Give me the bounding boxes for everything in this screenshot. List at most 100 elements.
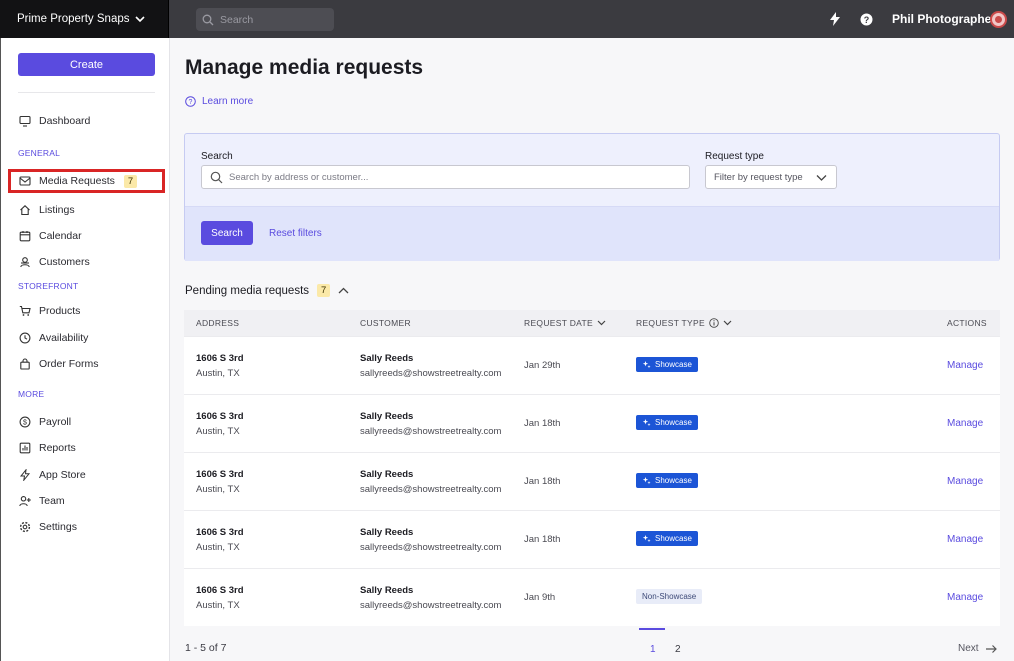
pending-section-header[interactable]: Pending media requests 7 bbox=[185, 284, 349, 297]
sidebar-item-calendar[interactable]: Calendar bbox=[18, 227, 82, 245]
user-name[interactable]: Phil Photographer bbox=[892, 12, 996, 26]
customer-name: Sally Reeds bbox=[360, 411, 414, 422]
search-label: Search bbox=[201, 151, 233, 162]
manage-button[interactable]: Manage bbox=[947, 534, 983, 545]
search-icon bbox=[202, 14, 214, 25]
page-title: Manage media requests bbox=[185, 56, 424, 79]
reset-filters-button[interactable]: Reset filters bbox=[269, 228, 322, 239]
sidebar-item-availability[interactable]: Availability bbox=[18, 329, 88, 347]
next-page-button[interactable]: Next bbox=[958, 643, 998, 654]
request-type-cell: Showcase bbox=[636, 357, 698, 372]
request-date: Jan 18th bbox=[524, 418, 561, 429]
lightning-icon bbox=[18, 469, 31, 482]
workspace-switcher[interactable]: Prime Property Snaps bbox=[0, 0, 169, 38]
count-badge: 7 bbox=[317, 284, 331, 297]
customer-email: sallyreeds@showstreetrealty.com bbox=[360, 426, 502, 437]
address-cell: 1606 S 3rd Austin, TX bbox=[196, 411, 244, 437]
search-icon bbox=[210, 171, 223, 183]
request-date: Jan 29th bbox=[524, 360, 561, 371]
chart-icon bbox=[18, 442, 31, 455]
manage-button[interactable]: Manage bbox=[947, 360, 983, 371]
calendar-icon bbox=[18, 230, 31, 243]
sparkle-icon bbox=[642, 477, 651, 485]
sidebar-item-label: Payroll bbox=[39, 416, 72, 428]
request-type-select[interactable]: Filter by request type bbox=[705, 165, 837, 189]
sidebar-item-customers[interactable]: Customers bbox=[18, 253, 90, 271]
sidebar-item-label: Availability bbox=[39, 332, 89, 344]
sidebar-section-more: MORE bbox=[18, 389, 45, 399]
sidebar-item-payroll[interactable]: $ Payroll bbox=[18, 413, 71, 431]
address-line2: Austin, TX bbox=[196, 368, 240, 379]
lightning-icon[interactable] bbox=[827, 11, 843, 27]
column-address: ADDRESS bbox=[196, 318, 240, 328]
sidebar-item-label: Reports bbox=[39, 442, 76, 454]
create-button[interactable]: Create bbox=[18, 53, 155, 76]
customer-email: sallyreeds@showstreetrealty.com bbox=[360, 484, 502, 495]
workspace-name: Prime Property Snaps bbox=[17, 13, 130, 25]
gear-icon bbox=[18, 521, 31, 534]
search-input[interactable]: Search by address or customer... bbox=[201, 165, 690, 189]
request-type-placeholder: Filter by request type bbox=[714, 171, 803, 183]
next-label: Next bbox=[958, 643, 979, 654]
sidebar-item-reports[interactable]: Reports bbox=[18, 439, 76, 457]
sidebar-item-products[interactable]: Products bbox=[18, 302, 80, 320]
column-request-date[interactable]: REQUEST DATE bbox=[524, 318, 606, 328]
customer-name: Sally Reeds bbox=[360, 585, 414, 596]
non-showcase-tag: Non-Showcase bbox=[636, 589, 703, 604]
sparkle-icon bbox=[642, 535, 651, 543]
request-type-cell: Non-Showcase bbox=[636, 589, 703, 604]
table-row: 1606 S 3rd Austin, TX Sally Reeds sallyreed… bbox=[184, 568, 1000, 626]
page-1-button[interactable]: 1 bbox=[650, 644, 656, 655]
column-request-type[interactable]: REQUEST TYPE bbox=[636, 318, 732, 328]
sidebar-item-label: Settings bbox=[39, 521, 77, 533]
clock-icon bbox=[18, 332, 31, 345]
page-2-button[interactable]: 2 bbox=[675, 644, 681, 655]
address-line1: 1606 S 3rd bbox=[196, 585, 244, 596]
chevron-down-icon bbox=[816, 175, 827, 181]
chevron-down-icon bbox=[723, 320, 732, 326]
sidebar-item-label: Customers bbox=[39, 256, 90, 268]
sidebar-item-label: Listings bbox=[39, 204, 75, 216]
learn-more-link[interactable]: ? Learn more bbox=[185, 96, 253, 107]
global-search-input[interactable]: Search bbox=[196, 8, 334, 31]
sidebar-item-label: Products bbox=[39, 305, 81, 317]
tag-label: Showcase bbox=[655, 534, 692, 543]
showcase-tag: Showcase bbox=[636, 415, 698, 430]
showcase-tag: Showcase bbox=[636, 357, 698, 372]
request-type-cell: Showcase bbox=[636, 531, 698, 546]
sidebar-item-listings[interactable]: Listings bbox=[18, 201, 75, 219]
svg-text:?: ? bbox=[189, 99, 193, 106]
address-cell: 1606 S 3rd Austin, TX bbox=[196, 353, 244, 379]
customer-name: Sally Reeds bbox=[360, 527, 414, 538]
request-date: Jan 18th bbox=[524, 476, 561, 487]
search-input-placeholder: Search by address or customer... bbox=[229, 171, 369, 183]
sidebar: Create Dashboard GENERAL Media Requests … bbox=[0, 38, 170, 661]
table-body: 1606 S 3rd Austin, TX Sally Reeds sallyreed… bbox=[184, 336, 1000, 626]
sidebar-item-dashboard[interactable]: Dashboard bbox=[18, 112, 90, 130]
address-line2: Austin, TX bbox=[196, 542, 240, 553]
sidebar-item-label: Calendar bbox=[39, 230, 82, 242]
request-date: Jan 18th bbox=[524, 534, 561, 545]
manage-button[interactable]: Manage bbox=[947, 592, 983, 603]
request-type-cell: Showcase bbox=[636, 415, 698, 430]
sidebar-item-settings[interactable]: Settings bbox=[18, 518, 77, 536]
customer-cell: Sally Reeds sallyreeds@showstreetrealty.c… bbox=[360, 411, 501, 437]
manage-button[interactable]: Manage bbox=[947, 476, 983, 487]
address-cell: 1606 S 3rd Austin, TX bbox=[196, 585, 244, 611]
address-line2: Austin, TX bbox=[196, 426, 240, 437]
table-row: 1606 S 3rd Austin, TX Sally Reeds sallyreed… bbox=[184, 336, 1000, 394]
column-label: REQUEST TYPE bbox=[636, 318, 705, 328]
top-bar: Prime Property Snaps Search ? Phil Photo… bbox=[0, 0, 1014, 38]
sparkle-icon bbox=[642, 361, 651, 369]
help-icon[interactable]: ? bbox=[858, 11, 874, 27]
sidebar-divider bbox=[18, 92, 155, 93]
column-customer: CUSTOMER bbox=[360, 318, 411, 328]
search-button[interactable]: Search bbox=[201, 221, 253, 245]
tag-label: Showcase bbox=[655, 476, 692, 485]
manage-button[interactable]: Manage bbox=[947, 418, 983, 429]
sidebar-item-team[interactable]: Team bbox=[18, 492, 65, 510]
avatar[interactable] bbox=[990, 11, 1007, 28]
sidebar-item-order-forms[interactable]: Order Forms bbox=[18, 355, 99, 373]
sidebar-item-app-store[interactable]: App Store bbox=[18, 466, 86, 484]
chevron-down-icon bbox=[135, 16, 145, 23]
